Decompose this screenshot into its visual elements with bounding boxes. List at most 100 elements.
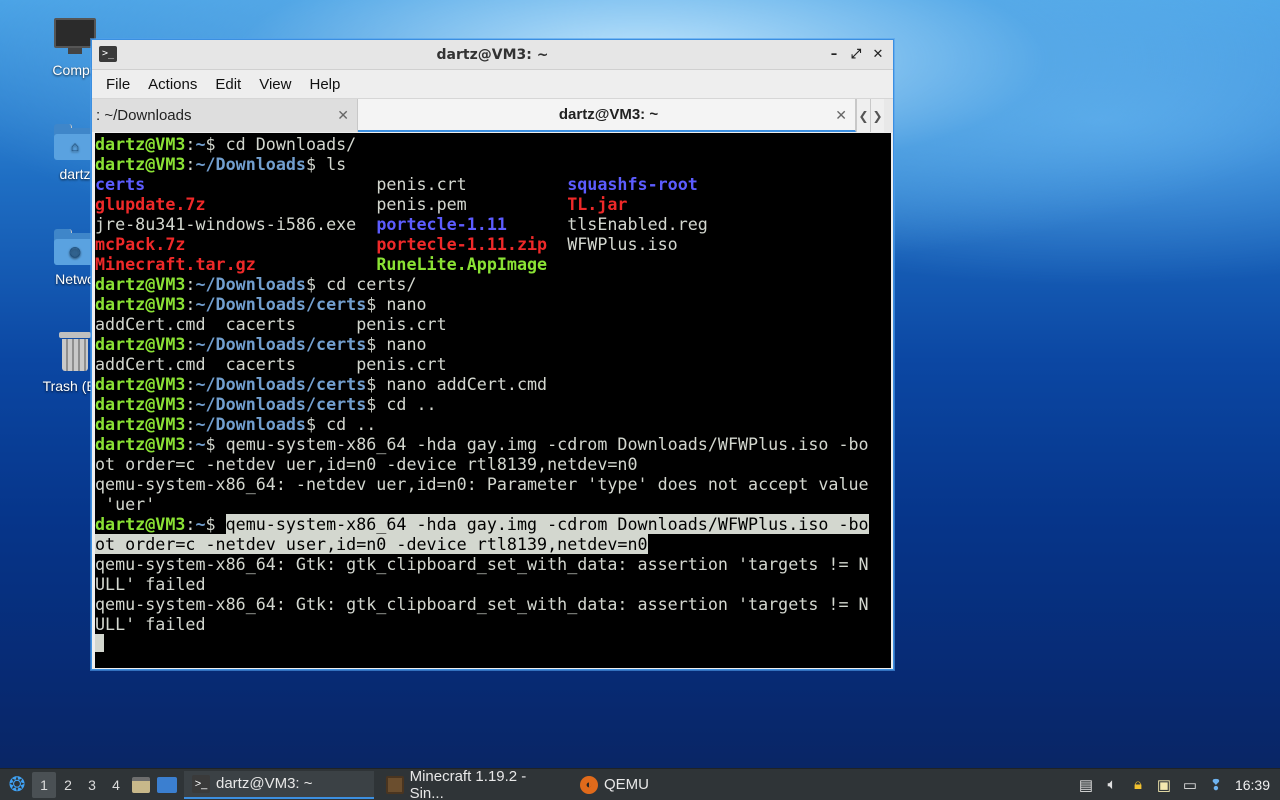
ls-entry: WFWPlus.iso xyxy=(567,234,678,254)
terminal-line: Minecraft.tar.gz RuneLite.AppImage xyxy=(95,254,891,274)
command-text: nano addCert.cmd xyxy=(386,374,548,394)
output-text: addCert.cmd cacerts penis.crt xyxy=(95,354,447,374)
terminal-line: jre-8u341-windows-i586.exe portecle-1.11… xyxy=(95,214,891,234)
terminal-line: ULL' failed xyxy=(95,574,891,594)
network-icon[interactable]: ▭ xyxy=(1177,772,1203,798)
minecraft-icon xyxy=(386,775,404,794)
workspace-1[interactable]: 1 xyxy=(32,771,56,798)
home-folder-icon: ⌂ xyxy=(54,124,96,160)
tab-scroll-left-icon[interactable]: ❮ xyxy=(856,99,870,132)
computer-icon xyxy=(54,18,96,56)
prompt-user: dartz@VM3 xyxy=(95,294,186,314)
ls-entry: tlsEnabled.reg xyxy=(567,214,708,234)
menu-view[interactable]: View xyxy=(251,76,299,93)
command-text: nano xyxy=(386,334,427,354)
clipboard-icon[interactable]: ▣ xyxy=(1151,772,1177,798)
terminal-line: ot order=c -netdev uer,id=n0 -device rtl… xyxy=(95,454,891,474)
task-qemu[interactable]: ◐ QEMU xyxy=(572,771,657,799)
close-tab-icon[interactable]: ✕ xyxy=(337,107,349,124)
terminal-line: dartz@VM3:~$ qemu-system-x86_64 -hda gay… xyxy=(95,434,869,454)
prompt-path: ~ xyxy=(195,434,206,454)
volume-icon[interactable]: 🔈︎ xyxy=(1099,772,1125,798)
tab-scroll-right-icon[interactable]: ❯ xyxy=(870,99,884,132)
close-button[interactable]: ✕ xyxy=(869,46,887,64)
task-terminal[interactable]: >_ dartz@VM3: ~ xyxy=(184,770,374,799)
prompt-user: dartz@VM3 xyxy=(95,274,186,294)
output-text: qemu-system-x86_64: Gtk: gtk_clipboard_s… xyxy=(95,594,869,614)
terminal-line: qemu-system-x86_64: -netdev uer,id=n0: P… xyxy=(95,474,891,494)
ls-entry: TL.jar xyxy=(567,194,628,214)
prompt-user: dartz@VM3 xyxy=(95,134,186,154)
tab-bar: : ~/Downloads ✕ dartz@VM3: ~ ✕ ❮ ❯ xyxy=(92,98,893,132)
workspace-2[interactable]: 2 xyxy=(56,772,80,798)
task-label: dartz@VM3: ~ xyxy=(216,775,313,792)
terminal-line: ULL' failed xyxy=(95,614,891,634)
menu-file[interactable]: File xyxy=(98,76,138,93)
file-manager-launcher[interactable] xyxy=(128,772,154,798)
terminal-icon[interactable]: >_ xyxy=(99,46,117,62)
terminal-line: addCert.cmd cacerts penis.crt xyxy=(95,314,891,334)
terminal-window: >_ dartz@VM3: ~ – ⤢ ✕ File Actions Edit … xyxy=(91,39,894,670)
update-icon[interactable]: ▤ xyxy=(1073,772,1099,798)
window-titlebar[interactable]: >_ dartz@VM3: ~ – ⤢ ✕ xyxy=(92,40,893,70)
command-text: qemu-system-x86_64 -hda gay.img -cdrom D… xyxy=(225,434,869,454)
close-tab-icon[interactable]: ✕ xyxy=(835,107,847,124)
output-text: ULL' failed xyxy=(95,574,206,594)
ls-entry: penis.pem xyxy=(376,194,568,214)
terminal-line: certs penis.crt squashfs-root xyxy=(95,174,891,194)
task-minecraft[interactable]: Minecraft 1.19.2 - Sin... xyxy=(378,767,568,800)
prompt-user: dartz@VM3 xyxy=(95,374,186,394)
output-text: ULL' failed xyxy=(95,614,206,634)
ls-entry: RuneLite.AppImage xyxy=(376,254,568,274)
prompt-path: ~/Downloads xyxy=(195,414,306,434)
output-text: ot order=c -netdev user,id=n0 -device rt… xyxy=(95,534,648,554)
command-text: nano xyxy=(386,294,427,314)
file-manager-icon xyxy=(132,776,150,793)
clock[interactable]: 16:39 xyxy=(1229,777,1280,793)
qemu-icon: ◐ xyxy=(580,775,598,794)
ls-entry: squashfs-root xyxy=(567,174,698,194)
prompt-user: dartz@VM3 xyxy=(95,414,186,434)
terminal-line xyxy=(95,634,891,654)
workspace-3[interactable]: 3 xyxy=(80,772,104,798)
task-label: Minecraft 1.19.2 - Sin... xyxy=(409,767,527,800)
minimize-button[interactable]: – xyxy=(825,46,843,64)
lock-icon[interactable]: 🔒︎ xyxy=(1125,772,1151,798)
terminal-line: dartz@VM3:~$ qemu-system-x86_64 -hda gay… xyxy=(95,514,869,534)
terminal-output[interactable]: dartz@VM3:~$ cd Downloads/dartz@VM3:~/Do… xyxy=(95,133,891,668)
prompt-path: ~/Downloads xyxy=(195,154,306,174)
terminal-line: 'uer' xyxy=(95,494,891,514)
system-tray: ▤ 🔈︎ 🔒︎ ▣ ▭ ❢ 16:39 xyxy=(1073,769,1280,800)
prompt-user: dartz@VM3 xyxy=(95,514,186,534)
ls-entry: glupdate.7z xyxy=(95,194,377,214)
show-desktop-icon xyxy=(157,776,177,793)
command-text: cd certs/ xyxy=(326,274,417,294)
tab-home[interactable]: dartz@VM3: ~ ✕ xyxy=(358,99,856,132)
ls-entry: Minecraft.tar.gz xyxy=(95,254,377,274)
maximize-button[interactable]: ⤢ xyxy=(847,46,865,64)
start-menu-icon[interactable]: ❂ xyxy=(2,770,32,800)
terminal-cursor xyxy=(95,634,104,652)
desktop-icon-label: dartz xyxy=(59,166,91,182)
prompt-path: ~/Downloads xyxy=(195,274,306,294)
prompt-path: ~ xyxy=(195,514,206,534)
terminal-line: qemu-system-x86_64: Gtk: gtk_clipboard_s… xyxy=(95,594,891,614)
show-desktop-button[interactable] xyxy=(154,772,180,798)
menu-actions[interactable]: Actions xyxy=(140,76,205,93)
terminal-line: dartz@VM3:~/Downloads$ ls xyxy=(95,154,347,174)
trash-icon xyxy=(57,332,93,372)
prompt-path: ~ xyxy=(195,134,206,154)
ls-entry: certs xyxy=(95,174,377,194)
task-label: QEMU xyxy=(604,776,649,793)
menu-edit[interactable]: Edit xyxy=(207,76,249,93)
tab-label: dartz@VM3: ~ xyxy=(558,106,659,123)
terminal-line: mcPack.7z portecle-1.11.zip WFWPlus.iso xyxy=(95,234,891,254)
notification-icon[interactable]: ❢ xyxy=(1203,772,1229,798)
menu-help[interactable]: Help xyxy=(301,76,348,93)
workspace-4[interactable]: 4 xyxy=(104,772,128,798)
prompt-user: dartz@VM3 xyxy=(95,334,186,354)
tab-downloads[interactable]: : ~/Downloads ✕ xyxy=(92,99,358,132)
command-text: cd .. xyxy=(386,394,437,414)
terminal-line: qemu-system-x86_64: Gtk: gtk_clipboard_s… xyxy=(95,554,891,574)
prompt-user: dartz@VM3 xyxy=(95,394,186,414)
